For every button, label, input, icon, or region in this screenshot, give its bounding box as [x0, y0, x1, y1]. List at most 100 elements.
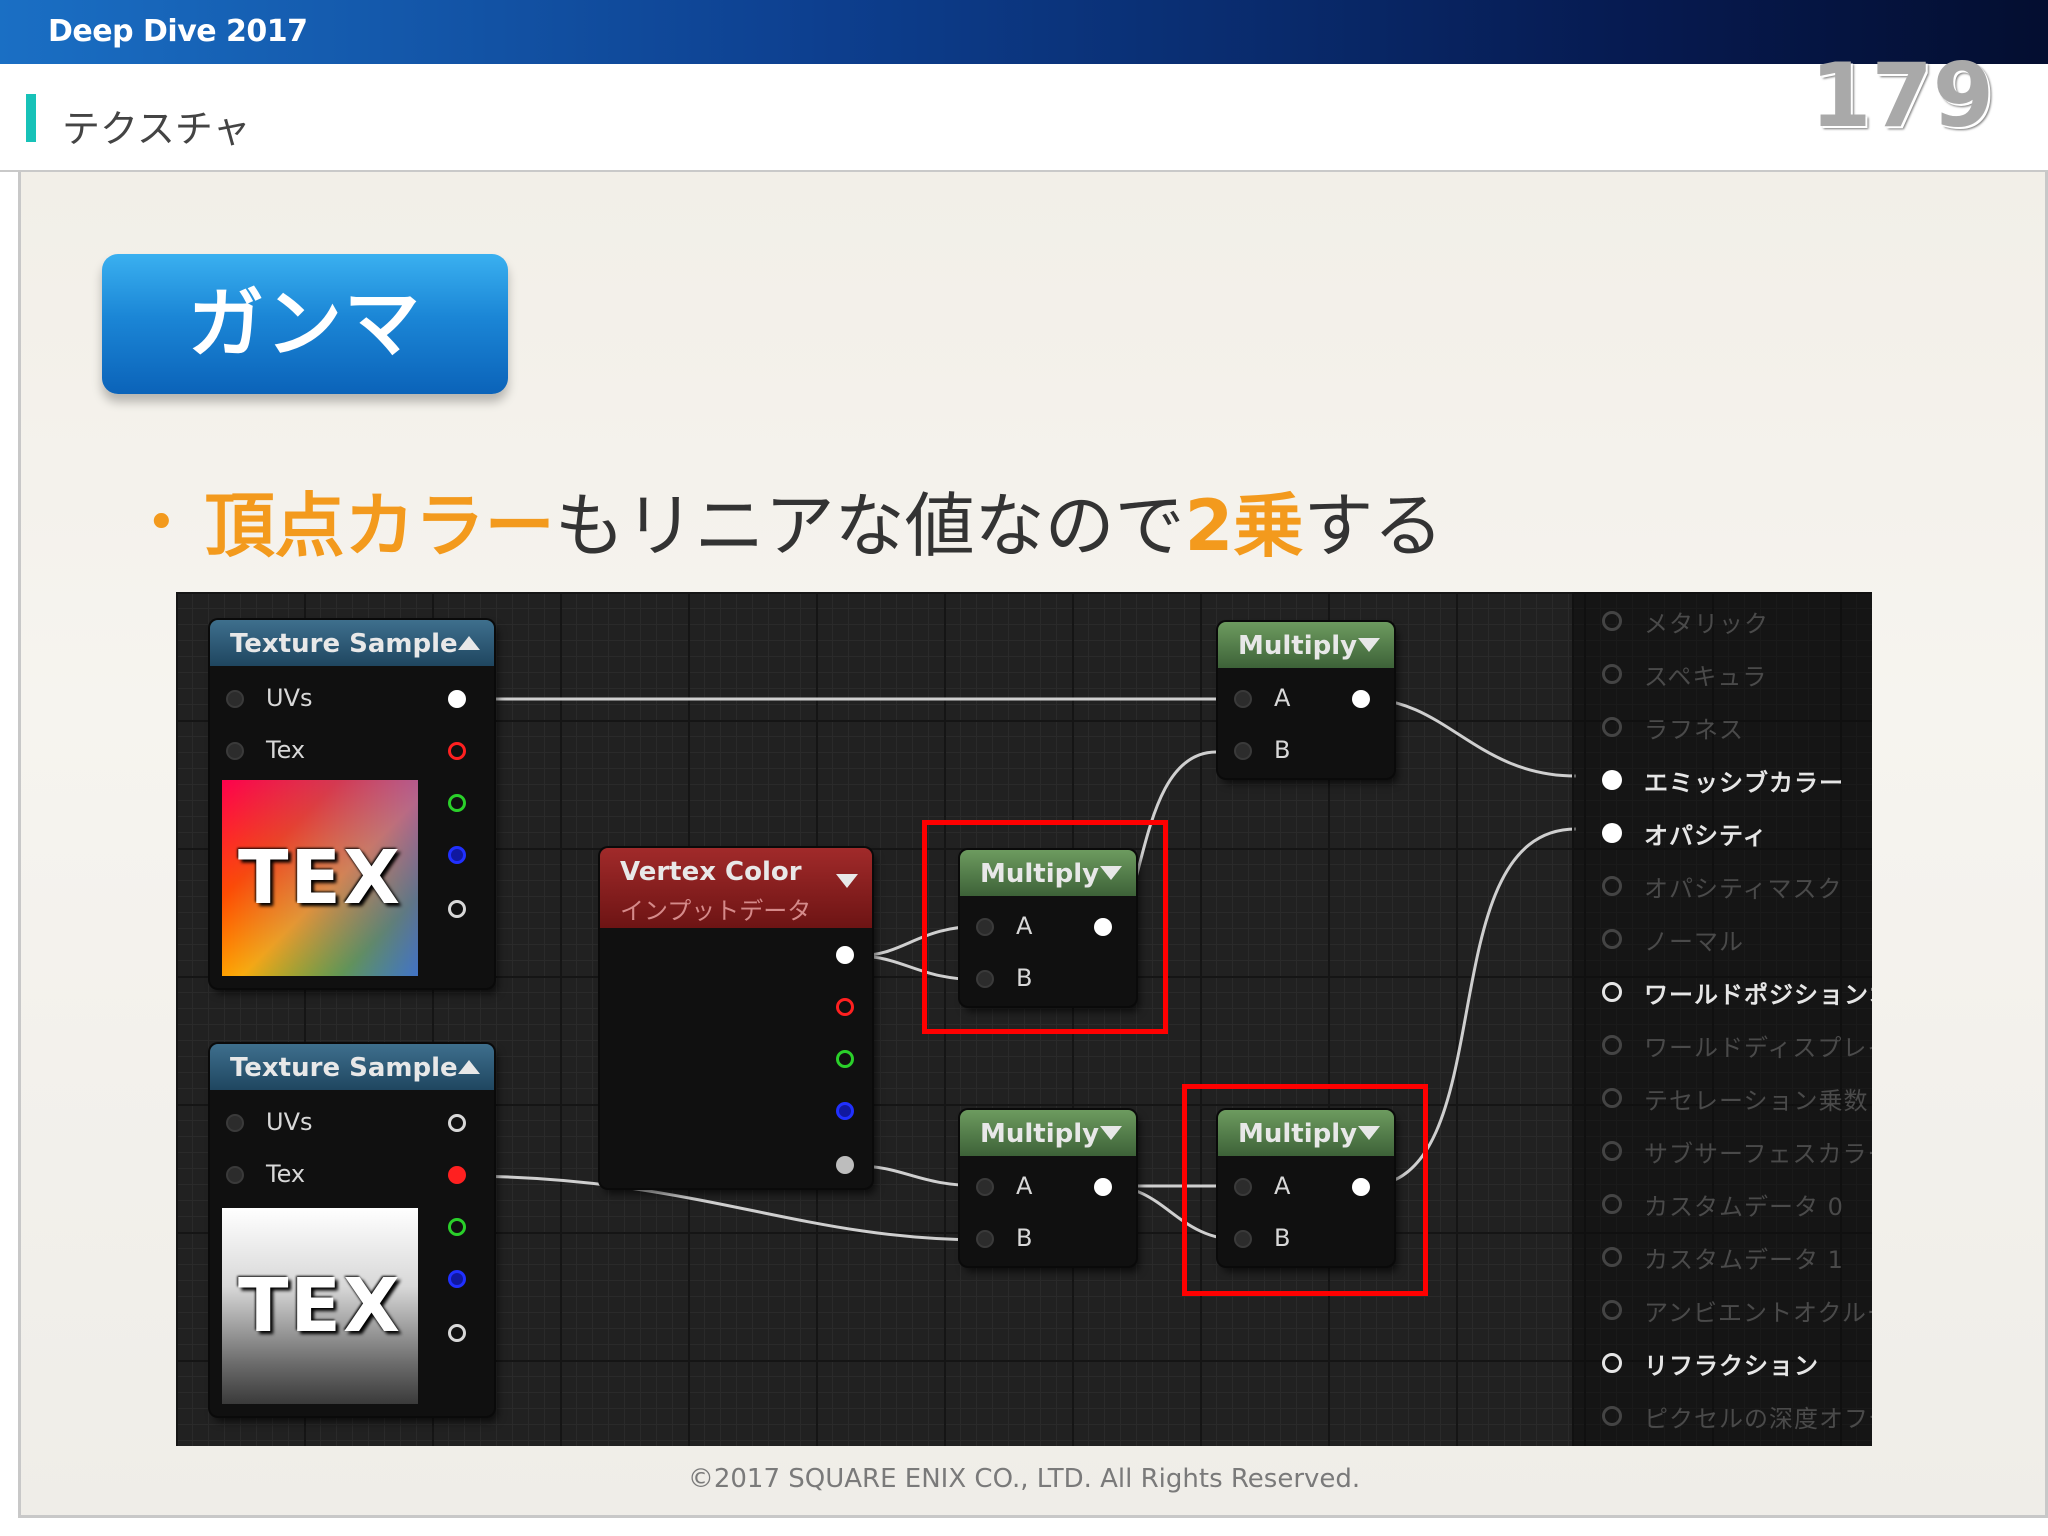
page-title: テクスチャ [62, 107, 251, 151]
texture-1-preview: TEX [222, 780, 418, 976]
output-pin-icon [1602, 717, 1622, 737]
output-label: リフラクション [1644, 1352, 1819, 1380]
material-editor-screenshot: Texture Sample UVs Tex TEX Texture Sampl… [176, 592, 1872, 1446]
output-pin-icon [1602, 664, 1622, 684]
alpha-output-pin[interactable] [448, 900, 466, 918]
output-pin-icon [1602, 1088, 1622, 1108]
output-pin-icon [1602, 1035, 1622, 1055]
material-output-panel: メタリック スペキュラ ラフネス エミッシブカラー オパシティ オパシティマスク… [1572, 592, 1872, 1446]
collapse-caret-icon[interactable] [458, 636, 480, 650]
uvs-input-pin[interactable] [226, 1114, 244, 1132]
texture-sample-2-title: Texture Sample [230, 1053, 458, 1083]
b-pin-label: B [1016, 1224, 1033, 1252]
bullet-highlight-2: 2乗 [1184, 485, 1304, 567]
page-number: 179 [1810, 44, 1994, 147]
red-output-pin[interactable] [836, 998, 854, 1016]
bullet-highlight-1: 頂点カラー [204, 485, 555, 567]
collapse-caret-icon[interactable] [458, 1060, 480, 1074]
a-pin-label: A [1016, 1172, 1033, 1200]
uvs-pin-label: UVs [266, 684, 313, 712]
output-pin-icon [1602, 611, 1622, 631]
copyright-footer: ©2017 SQUARE ENIX CO., LTD. All Rights R… [687, 1464, 1361, 1494]
output-label: エミッシブカラー [1644, 769, 1844, 797]
section-badge: ガンマ [102, 254, 508, 394]
green-output-pin[interactable] [836, 1050, 854, 1068]
green-output-pin[interactable] [448, 794, 466, 812]
alpha-output-pin[interactable] [448, 1324, 466, 1342]
blue-output-pin[interactable] [448, 846, 466, 864]
collapse-caret-icon[interactable] [1358, 638, 1380, 652]
output-pin-icon [1602, 1247, 1622, 1267]
output-label: ピクセルの深度オフセ [1644, 1405, 1872, 1433]
texture-sample-1-header[interactable]: Texture Sample [210, 620, 494, 666]
multiply-top-title: Multiply [1238, 631, 1358, 661]
multiply-bottom-left-header[interactable]: Multiply [960, 1110, 1136, 1156]
vertex-color-subtitle: インプットデータ [620, 897, 812, 925]
alpha-output-pin[interactable] [836, 1156, 854, 1174]
tex-pin-label: Tex [266, 1160, 306, 1188]
uvs-output-pin[interactable] [448, 690, 466, 708]
section-label: ガンマ [188, 279, 422, 368]
rgb-output-pin[interactable] [836, 946, 854, 964]
output-label: ワールドポジションオ [1644, 981, 1872, 1009]
texture-sample-node-2[interactable]: Texture Sample UVs Tex TEX [210, 1044, 494, 1416]
tex-input-pin[interactable] [226, 742, 244, 760]
highlight-box-multiply-bottom-right [1182, 1084, 1428, 1296]
output-label: メタリック [1644, 610, 1769, 638]
output-label: ノーマル [1644, 928, 1744, 956]
output-pin[interactable] [1352, 690, 1370, 708]
texture-2-thumb-text: TEX [237, 1263, 403, 1349]
output-label: ワールドディスプレイ [1644, 1034, 1872, 1062]
texture-1-thumb-text: TEX [237, 835, 403, 921]
multiply-top-header[interactable]: Multiply [1218, 622, 1394, 668]
output-pin[interactable] [1094, 1178, 1112, 1196]
bullet-text-2: もリニアな値なので [554, 485, 1185, 567]
output-label: テセレーション乗数 [1644, 1087, 1869, 1115]
output-label: スペキュラ [1644, 663, 1768, 691]
wire-multiply-top-to-emissive [1365, 697, 1577, 778]
b-pin-label: B [1274, 736, 1291, 764]
texture-sample-2-header[interactable]: Texture Sample [210, 1044, 494, 1090]
vertex-color-title: Vertex Color [620, 857, 802, 887]
tex-input-pin[interactable] [226, 1166, 244, 1184]
top-banner: Deep Dive 2017 [0, 0, 2048, 64]
output-label: オパシティ [1644, 822, 1768, 850]
blue-output-pin[interactable] [448, 1270, 466, 1288]
multiply-bottom-left-title: Multiply [980, 1119, 1100, 1149]
output-pin-icon [1602, 929, 1622, 949]
multiply-node-top[interactable]: Multiply A B [1218, 622, 1394, 778]
a-pin-label: A [1274, 684, 1291, 712]
output-label: カスタムデータ 0 [1644, 1193, 1844, 1221]
texture-2-preview: TEX [222, 1208, 418, 1404]
a-input-pin[interactable] [976, 1178, 994, 1196]
collapse-caret-icon[interactable] [1100, 1126, 1122, 1140]
green-output-pin[interactable] [448, 1218, 466, 1236]
vertex-color-header[interactable]: Vertex Color インプットデータ [600, 848, 872, 928]
uvs-pin-label: UVs [266, 1108, 313, 1136]
slide-header: テクスチャ 179 [0, 44, 2048, 172]
a-input-pin[interactable] [1234, 690, 1252, 708]
header-accent-bar [26, 94, 36, 142]
banner-title: Deep Dive 2017 [48, 14, 308, 49]
bullet-marker: • [146, 493, 177, 553]
b-input-pin[interactable] [976, 1230, 994, 1248]
red-output-pin[interactable] [448, 742, 466, 760]
output-pin-icon [1602, 876, 1622, 896]
collapse-caret-icon[interactable] [836, 874, 858, 888]
output-pin-icon [1602, 770, 1622, 790]
output-label: ラフネス [1644, 716, 1744, 744]
red-output-pin[interactable] [448, 1166, 466, 1184]
bullet-text: • 頂点カラーもリニアな値なので2乗する [146, 470, 1443, 571]
uvs-output-pin[interactable] [448, 1114, 466, 1132]
vertex-color-node[interactable]: Vertex Color インプットデータ [600, 848, 872, 1188]
output-pin-icon [1602, 823, 1622, 843]
output-pin-icon [1602, 1406, 1622, 1426]
b-input-pin[interactable] [1234, 742, 1252, 760]
texture-sample-node-1[interactable]: Texture Sample UVs Tex TEX [210, 620, 494, 988]
output-label: カスタムデータ 1 [1644, 1246, 1844, 1274]
multiply-node-bottom-left[interactable]: Multiply A B [960, 1110, 1136, 1266]
uvs-input-pin[interactable] [226, 690, 244, 708]
blue-output-pin[interactable] [836, 1102, 854, 1120]
output-pin-icon [1602, 982, 1622, 1002]
output-pin-icon [1602, 1141, 1622, 1161]
